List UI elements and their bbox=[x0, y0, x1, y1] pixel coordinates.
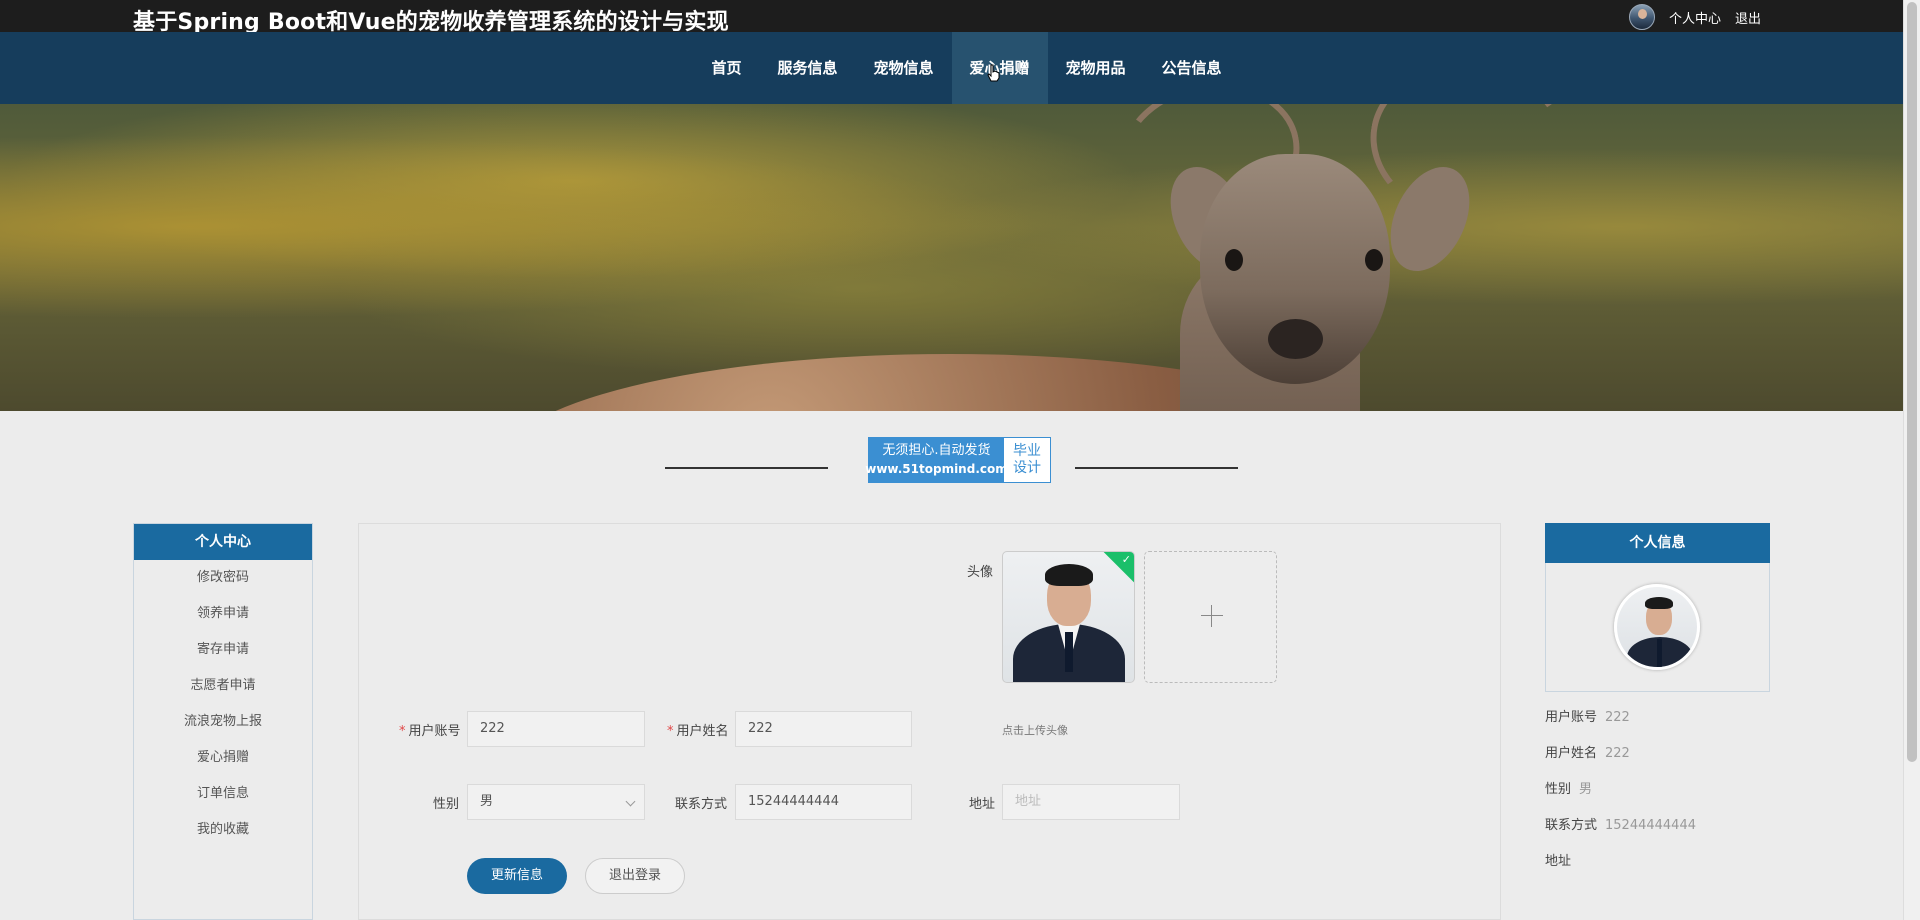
profile-row-address: 地址 bbox=[1545, 844, 1770, 880]
nav-item-service-info[interactable]: 服务信息 bbox=[759, 32, 855, 104]
logout-button[interactable]: 退出登录 bbox=[585, 858, 685, 894]
top-bar: 基于Spring Boot和Vue的宠物收养管理系统的设计与实现 个人中心 退出 bbox=[0, 0, 1903, 35]
profile-row-value: 15244444444 bbox=[1605, 818, 1696, 833]
profile-row-value: 男 bbox=[1579, 782, 1593, 797]
sidebar-item-donation[interactable]: 爱心捐赠 bbox=[134, 740, 312, 776]
user-avatar-icon[interactable] bbox=[1628, 4, 1655, 30]
avatar-preview[interactable]: ✓ bbox=[1002, 551, 1135, 683]
section-logo-badge: 无须担心.自动发货 www.51topmind.com 毕业 设计 bbox=[865, 437, 1051, 483]
main-nav: 首页 服务信息 宠物信息 爱心捐赠 宠物用品 公告信息 bbox=[0, 32, 1903, 104]
gender-select[interactable]: 男 bbox=[467, 784, 645, 820]
sidebar-title[interactable]: 个人中心 bbox=[134, 524, 312, 560]
chevron-down-icon bbox=[625, 796, 636, 807]
logo-right-block: 毕业 设计 bbox=[1004, 438, 1050, 482]
gender-label: 性别 bbox=[433, 797, 460, 812]
profile-card-title: 个人信息 bbox=[1545, 523, 1770, 563]
main-nav-bar: 首页 服务信息 宠物信息 爱心捐赠 宠物用品 公告信息 bbox=[0, 32, 1903, 104]
phone-input[interactable]: 15244444444 bbox=[735, 784, 912, 820]
section-divider-left bbox=[665, 467, 828, 469]
name-label: * 用户姓名 bbox=[667, 720, 729, 739]
user-center-link[interactable]: 个人中心 bbox=[1669, 8, 1721, 27]
logo-left-block: 无须担心.自动发货 www.51topmind.com bbox=[865, 438, 1008, 482]
nav-item-announcements[interactable]: 公告信息 bbox=[1144, 32, 1240, 104]
name-input[interactable]: 222 bbox=[735, 711, 912, 747]
profile-avatar-tie bbox=[1657, 639, 1662, 667]
nav-item-pet-info[interactable]: 宠物信息 bbox=[855, 32, 951, 104]
logo-website: www.51topmind.com bbox=[865, 462, 1008, 476]
account-input[interactable]: 222 bbox=[467, 711, 645, 747]
profile-avatar-area bbox=[1545, 563, 1770, 692]
nav-item-home[interactable]: 首页 bbox=[693, 32, 759, 104]
profile-info-list: 用户账号 222 用户姓名 222 性别男 联系方式 15244444444 地址 bbox=[1545, 700, 1770, 880]
upload-avatar-tip: 点击上传头像 bbox=[1002, 724, 1068, 737]
check-icon: ✓ bbox=[1121, 553, 1131, 566]
phone-label: 联系方式 bbox=[675, 797, 728, 812]
profile-row-label: 用户账号 bbox=[1545, 710, 1598, 725]
sidebar-item-volunteer-application[interactable]: 志愿者申请 bbox=[134, 668, 312, 704]
profile-row-value: 222 bbox=[1605, 746, 1630, 761]
account-label: * 用户账号 bbox=[399, 720, 461, 739]
update-info-button[interactable]: 更新信息 bbox=[467, 858, 567, 894]
user-center-sidebar: 个人中心 修改密码 领养申请 寄存申请 志愿者申请 流浪宠物上报 爱心捐赠 订单… bbox=[133, 523, 313, 920]
name-label-text: 用户姓名 bbox=[676, 724, 729, 739]
profile-avatar bbox=[1614, 584, 1700, 670]
nav-item-pet-supplies[interactable]: 宠物用品 bbox=[1048, 32, 1144, 104]
gender-value: 男 bbox=[480, 794, 494, 809]
profile-row-label: 性别 bbox=[1545, 782, 1572, 797]
profile-avatar-hair bbox=[1645, 597, 1673, 609]
account-label-text: 用户账号 bbox=[408, 724, 461, 739]
banner-image-deer-eye bbox=[1365, 249, 1383, 271]
required-mark: * bbox=[399, 724, 406, 739]
profile-row-label: 用户姓名 bbox=[1545, 746, 1598, 761]
profile-row-name: 用户姓名 222 bbox=[1545, 736, 1770, 772]
address-input[interactable]: 地址 bbox=[1002, 784, 1180, 820]
hand-cursor-icon bbox=[987, 64, 1000, 82]
plus-icon bbox=[1201, 605, 1223, 627]
sidebar-item-adoption-application[interactable]: 领养申请 bbox=[134, 596, 312, 632]
logo-right-line2: 设计 bbox=[1013, 460, 1041, 476]
logout-link[interactable]: 退出 bbox=[1735, 8, 1761, 27]
profile-row-value: 222 bbox=[1605, 710, 1630, 725]
sidebar-item-orders[interactable]: 订单信息 bbox=[134, 776, 312, 812]
sidebar-item-stray-pet-report[interactable]: 流浪宠物上报 bbox=[134, 704, 312, 740]
profile-card: 个人信息 用户账号 222 用户姓名 222 性别男 联系方式 15244444444… bbox=[1545, 523, 1770, 880]
logo-right-line1: 毕业 bbox=[1013, 443, 1041, 459]
required-mark: * bbox=[667, 724, 674, 739]
banner-image-deer-nose bbox=[1268, 319, 1323, 359]
banner-carousel[interactable] bbox=[0, 104, 1903, 411]
sidebar-item-favorites[interactable]: 我的收藏 bbox=[134, 812, 312, 848]
top-user-area: 个人中心 退出 bbox=[1628, 4, 1761, 30]
scrollbar-thumb[interactable] bbox=[1907, 2, 1917, 762]
page-scrollbar[interactable] bbox=[1903, 0, 1920, 920]
avatar-label: 头像 bbox=[967, 565, 994, 580]
avatar-upload-button[interactable] bbox=[1144, 551, 1277, 683]
profile-form: 头像 ✓ 点击上传头像 * 用户账号 222 * 用户姓名 222 性别 男 联系方… bbox=[358, 523, 1501, 920]
section-divider-right bbox=[1075, 467, 1238, 469]
sidebar-item-boarding-application[interactable]: 寄存申请 bbox=[134, 632, 312, 668]
profile-row-phone: 联系方式 15244444444 bbox=[1545, 808, 1770, 844]
logo-slogan: 无须担心.自动发货 bbox=[882, 443, 991, 458]
avatar-photo-tie bbox=[1065, 632, 1073, 672]
banner-image-deer-eye bbox=[1225, 249, 1243, 271]
banner-image-antler bbox=[1357, 104, 1583, 241]
profile-row-label: 联系方式 bbox=[1545, 818, 1598, 833]
profile-row-gender: 性别男 bbox=[1545, 772, 1770, 808]
sidebar-item-change-password[interactable]: 修改密码 bbox=[134, 560, 312, 596]
avatar-photo-hair bbox=[1045, 564, 1093, 586]
address-label: 地址 bbox=[969, 797, 996, 812]
profile-row-label: 地址 bbox=[1545, 854, 1572, 869]
profile-row-account: 用户账号 222 bbox=[1545, 700, 1770, 736]
